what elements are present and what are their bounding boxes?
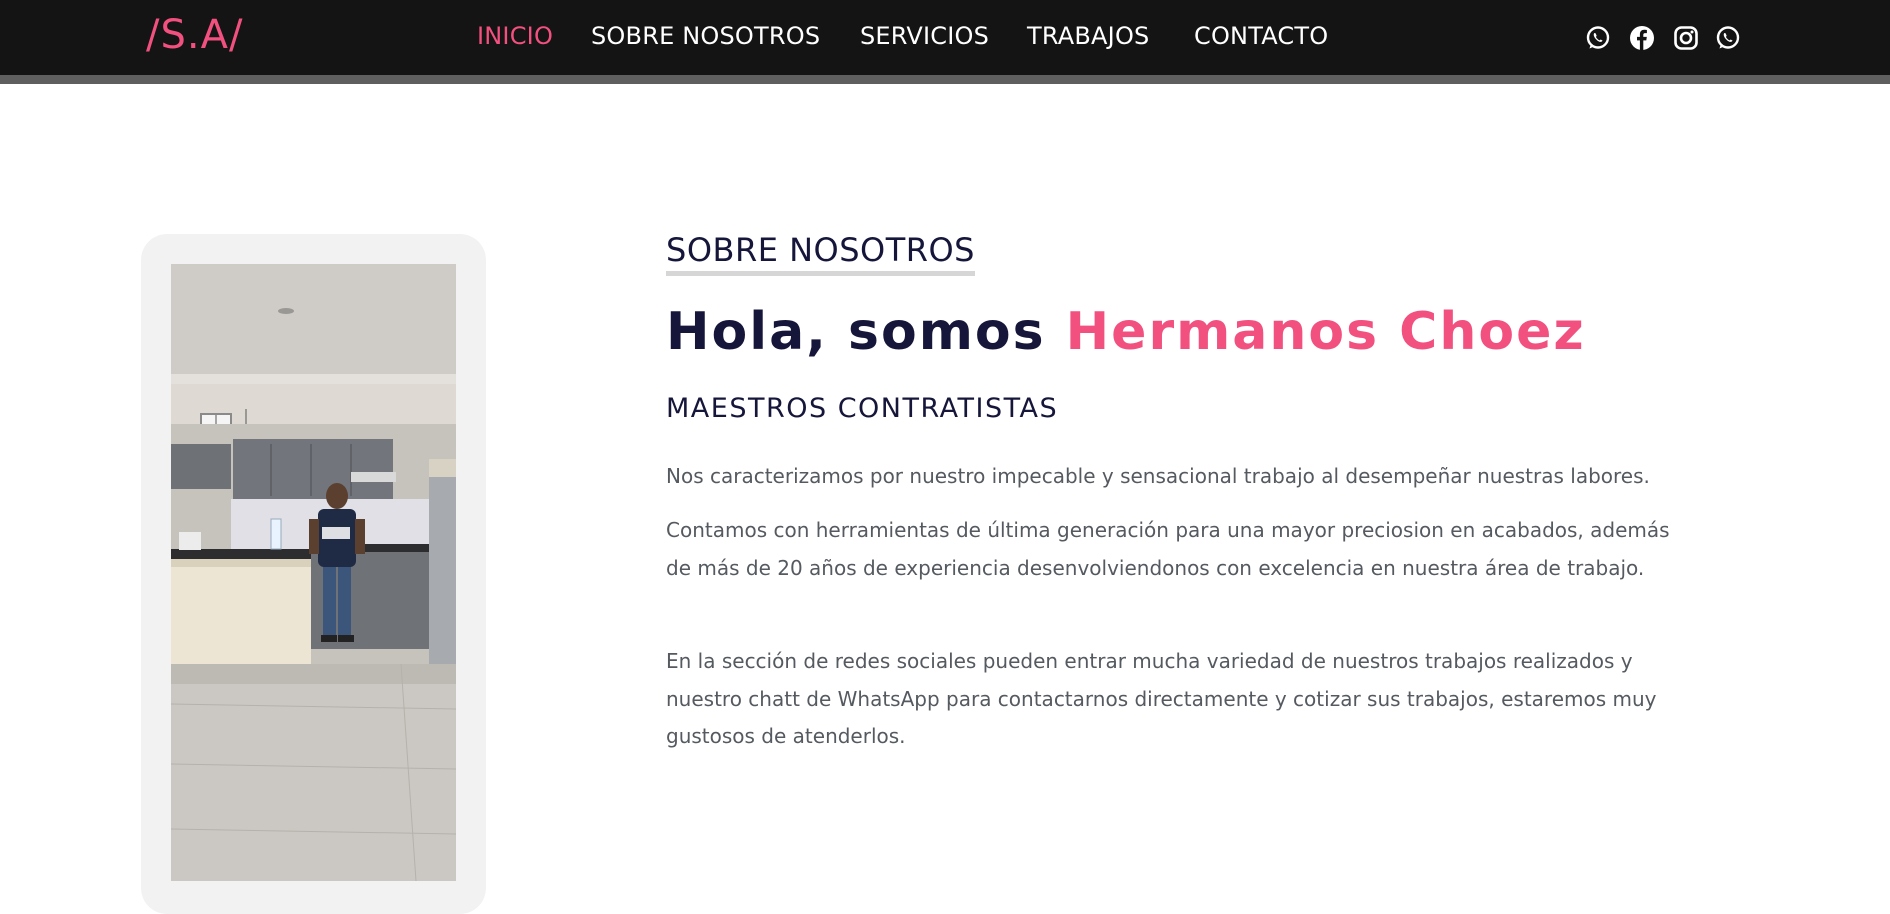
instagram-icon[interactable] xyxy=(1673,25,1699,51)
team-photo xyxy=(171,264,456,881)
nav-link-contacto[interactable]: CONTACTO xyxy=(1194,22,1328,50)
whatsapp-icon[interactable] xyxy=(1715,25,1741,51)
subheadline: MAESTROS CONTRATISTAS xyxy=(666,393,1059,424)
whatsapp-icon[interactable] xyxy=(1585,25,1611,51)
facebook-icon[interactable] xyxy=(1629,25,1655,51)
about-paragraph-1: Nos caracterizamos por nuestro impecable… xyxy=(666,464,1650,488)
headline-accent: Hermanos Choez xyxy=(1065,302,1586,362)
about-paragraph-3: En la sección de redes sociales pueden e… xyxy=(666,649,1657,748)
headline-prefix: Hola, somos xyxy=(666,302,1066,362)
nav-link-inicio[interactable]: INICIO xyxy=(477,22,553,50)
image-frame xyxy=(141,234,486,914)
section-label: SOBRE NOSOTROS xyxy=(666,229,975,276)
about-paragraph-2: Contamos con herramientas de última gene… xyxy=(666,518,1670,580)
top-navbar: /S.A/ INICIO SOBRE NOSOTROS SERVICIOS TR… xyxy=(0,0,1890,84)
headline: Hola, somos Hermanos Choez xyxy=(666,300,1586,364)
nav-link-trabajos[interactable]: TRABAJOS xyxy=(1027,22,1149,50)
nav-link-sobre-nosotros[interactable]: SOBRE NOSOTROS xyxy=(591,22,820,50)
nav-link-servicios[interactable]: SERVICIOS xyxy=(860,22,989,50)
